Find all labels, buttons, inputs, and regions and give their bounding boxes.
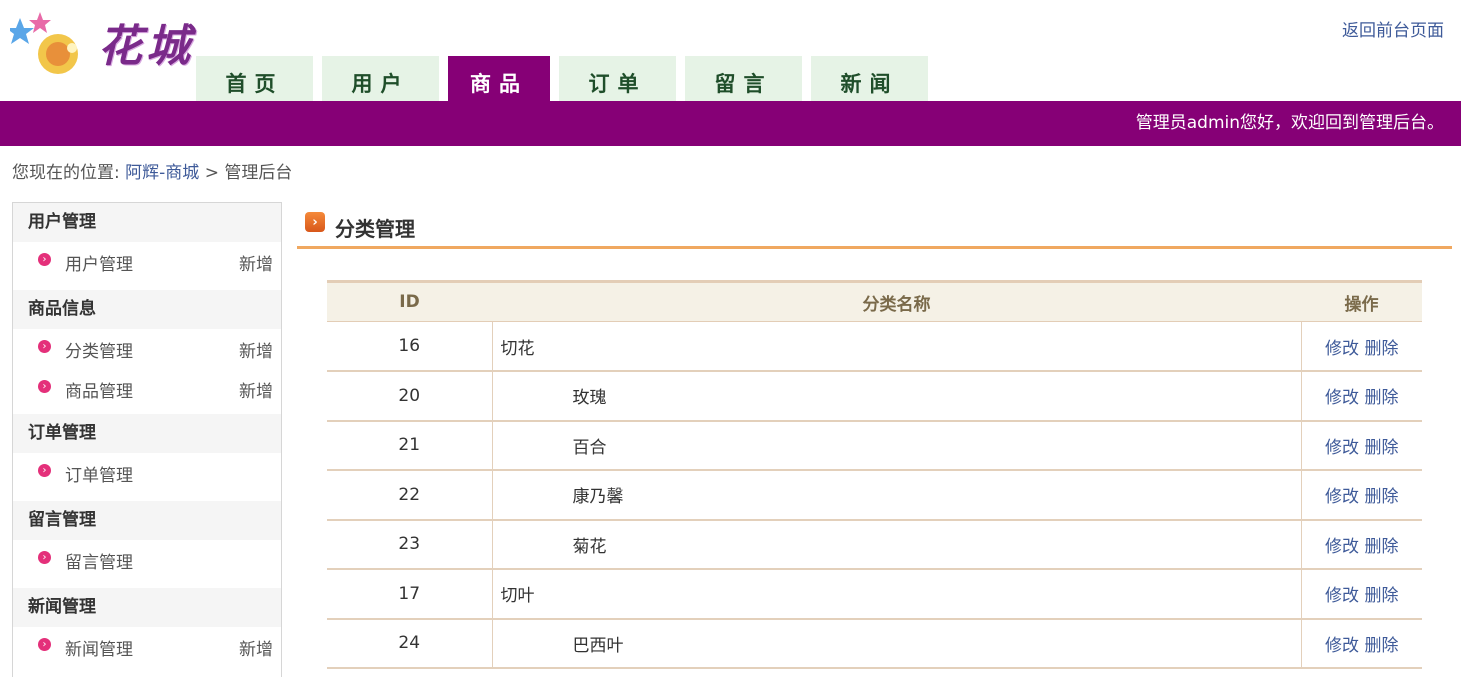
logo-text: 花城 <box>98 21 194 72</box>
delete-link[interactable]: 删除 <box>1364 388 1398 408</box>
flower-gift-icon <box>6 12 78 74</box>
breadcrumb-home-link[interactable]: 阿辉-商城 <box>125 163 199 183</box>
sidebar-item-product-management[interactable]: › 商品管理 新增 <box>13 369 281 409</box>
sidebar-group-title: 留言管理 <box>13 501 281 540</box>
sidebar-add-link[interactable]: 新增 <box>239 337 273 362</box>
cell-id: 16 <box>327 321 493 372</box>
cell-name: 巴西叶 <box>492 618 1302 669</box>
breadcrumb-separator: > <box>204 163 219 183</box>
sidebar-item-order-management[interactable]: › 订单管理 <box>13 453 281 493</box>
sidebar-item-label[interactable]: 分类管理 <box>65 337 239 362</box>
edit-link[interactable]: 修改 <box>1325 487 1359 507</box>
sidebar-item-label[interactable]: 用户管理 <box>65 250 239 275</box>
table-row: 22 康乃馨 修改 删除 <box>327 470 1422 521</box>
cell-name: 康乃馨 <box>492 470 1302 521</box>
main-nav: 首页 用户 商品 订单 留言 新闻 <box>196 56 937 101</box>
chevron-right-icon: › <box>38 252 51 266</box>
edit-link[interactable]: 修改 <box>1325 438 1359 458</box>
chevron-right-icon: › <box>38 379 51 393</box>
cell-actions: 修改 删除 <box>1301 470 1422 521</box>
cell-actions: 修改 删除 <box>1301 371 1422 422</box>
column-header-name: 分类名称 <box>492 280 1301 322</box>
chevron-right-icon: › <box>38 550 51 564</box>
sidebar-add-link[interactable]: 新增 <box>239 250 273 275</box>
sidebar-group-title: 用户管理 <box>13 203 281 242</box>
cell-name: 切叶 <box>492 569 1302 620</box>
edit-link[interactable]: 修改 <box>1325 586 1359 606</box>
sidebar-group-title: 订单管理 <box>13 414 281 453</box>
sidebar-item-label[interactable]: 留言管理 <box>65 548 273 573</box>
delete-link[interactable]: 删除 <box>1364 438 1398 458</box>
edit-link[interactable]: 修改 <box>1325 537 1359 557</box>
table-row: 20 玫瑰 修改 删除 <box>327 371 1422 422</box>
nav-tab-home[interactable]: 首页 <box>196 56 313 101</box>
delete-link[interactable]: 删除 <box>1364 339 1398 359</box>
table-row: 16 切花 修改 删除 <box>327 321 1422 372</box>
sidebar-add-link[interactable]: 新增 <box>239 635 273 660</box>
table-row: 24 巴西叶 修改 删除 <box>327 618 1422 669</box>
sidebar-group-title: 新闻管理 <box>13 588 281 627</box>
sidebar-item-user-management[interactable]: › 用户管理 新增 <box>13 242 281 282</box>
table-row: 17 切叶 修改 删除 <box>327 569 1422 620</box>
nav-tab-orders[interactable]: 订单 <box>559 56 676 101</box>
cell-id: 21 <box>327 420 493 471</box>
cell-name: 切花 <box>492 321 1302 372</box>
nav-tab-messages[interactable]: 留言 <box>685 56 802 101</box>
sidebar-group-title: 商品信息 <box>13 290 281 329</box>
cell-actions: 修改 删除 <box>1301 618 1422 669</box>
cell-name: 百合 <box>492 420 1302 471</box>
sidebar-item-label[interactable]: 商品管理 <box>65 377 239 402</box>
nav-tab-products[interactable]: 商品 <box>448 56 550 101</box>
section-header: › 分类管理 <box>297 210 1452 249</box>
cell-actions: 修改 删除 <box>1301 569 1422 620</box>
sidebar-item-category-management[interactable]: › 分类管理 新增 <box>13 329 281 369</box>
cell-id: 23 <box>327 519 493 570</box>
sidebar-item-news-management[interactable]: › 新闻管理 新增 <box>13 627 281 667</box>
table-body: 16 切花 修改 删除 20 玫瑰 修改 删除 21 百合 修改 删除 22 康乃馨 修改 删除 23 菊… <box>327 321 1422 669</box>
cell-id: 24 <box>327 618 493 669</box>
cell-name: 玫瑰 <box>492 371 1302 422</box>
table-row: 21 百合 修改 删除 <box>327 420 1422 471</box>
breadcrumb: 您现在的位置: 阿辉-商城 > 管理后台 <box>12 158 292 183</box>
header: 花城 返回前台页面 首页 用户 商品 订单 留言 新闻 <box>0 0 1461 101</box>
delete-link[interactable]: 删除 <box>1364 487 1398 507</box>
cell-actions: 修改 删除 <box>1301 519 1422 570</box>
delete-link[interactable]: 删除 <box>1364 586 1398 606</box>
cell-actions: 修改 删除 <box>1301 420 1422 471</box>
cell-actions: 修改 删除 <box>1301 321 1422 372</box>
breadcrumb-current: 管理后台 <box>224 163 293 183</box>
page-title: 分类管理 <box>335 217 415 241</box>
column-header-id: ID <box>327 280 492 322</box>
sidebar-item-label[interactable]: 订单管理 <box>65 461 273 486</box>
nav-tab-users[interactable]: 用户 <box>322 56 439 101</box>
column-header-actions: 操作 <box>1301 280 1422 322</box>
sidebar-add-link[interactable]: 新增 <box>239 377 273 402</box>
arrow-right-icon: › <box>305 212 325 232</box>
cell-id: 17 <box>327 569 493 620</box>
cell-id: 20 <box>327 371 493 422</box>
chevron-right-icon: › <box>38 339 51 353</box>
back-to-frontend-link[interactable]: 返回前台页面 <box>1342 16 1444 41</box>
delete-link[interactable]: 删除 <box>1364 537 1398 557</box>
edit-link[interactable]: 修改 <box>1325 388 1359 408</box>
table-row: 23 菊花 修改 删除 <box>327 519 1422 570</box>
chevron-right-icon: › <box>38 637 51 651</box>
edit-link[interactable]: 修改 <box>1325 636 1359 656</box>
breadcrumb-prefix: 您现在的位置: <box>12 163 120 183</box>
sidebar: 用户管理 › 用户管理 新增 商品信息 › 分类管理 新增 › 商品管理 新增 … <box>12 202 282 677</box>
delete-link[interactable]: 删除 <box>1364 636 1398 656</box>
chevron-right-icon: › <box>38 463 51 477</box>
sidebar-item-label[interactable]: 新闻管理 <box>65 635 239 660</box>
nav-tab-news[interactable]: 新闻 <box>811 56 928 101</box>
welcome-banner: 管理员admin您好，欢迎回到管理后台。 <box>0 101 1461 146</box>
category-table: ID 分类名称 操作 16 切花 修改 删除 20 玫瑰 修改 删除 21 百合 修改 删除 22… <box>327 280 1422 669</box>
cell-id: 22 <box>327 470 493 521</box>
cell-name: 菊花 <box>492 519 1302 570</box>
edit-link[interactable]: 修改 <box>1325 339 1359 359</box>
table-header-row: ID 分类名称 操作 <box>327 280 1422 322</box>
sidebar-item-message-management[interactable]: › 留言管理 <box>13 540 281 580</box>
